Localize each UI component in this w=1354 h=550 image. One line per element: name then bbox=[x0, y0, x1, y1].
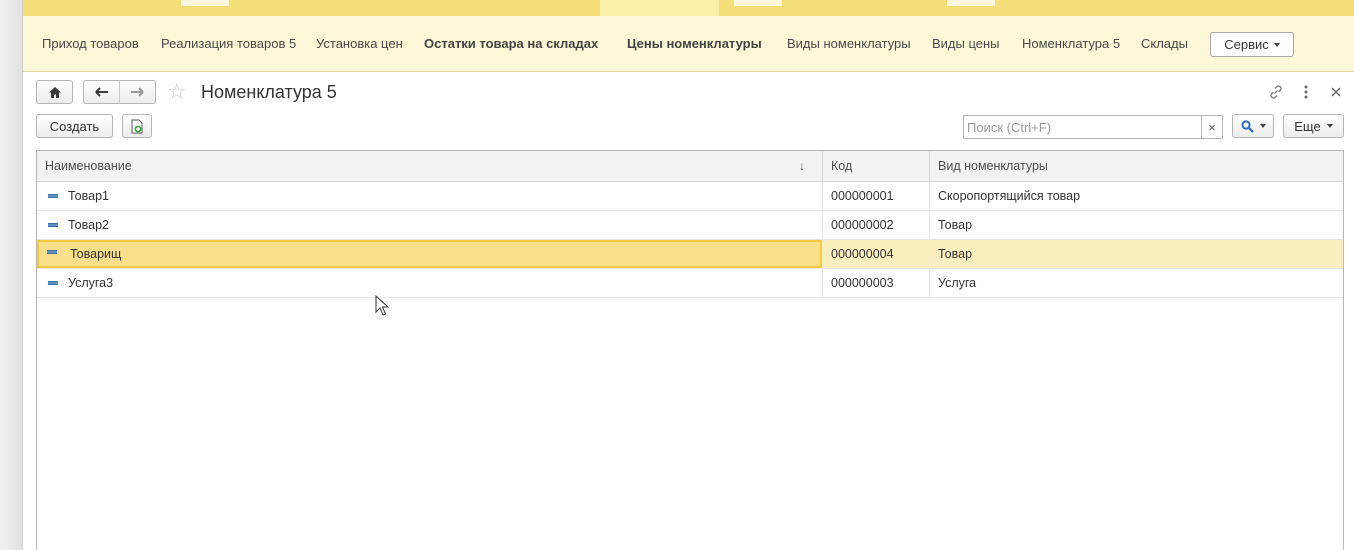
table-row[interactable]: Товар2 000000002 Товар bbox=[37, 211, 1343, 240]
cell-name: Товарищ bbox=[37, 240, 822, 268]
link-icon bbox=[1270, 85, 1282, 99]
cell-name: Товар1 bbox=[68, 189, 109, 203]
nav-link-price-setting[interactable]: Установка цен bbox=[316, 36, 403, 51]
more-actions-button[interactable] bbox=[1296, 83, 1316, 101]
section-panel bbox=[23, 0, 1354, 16]
application-window: Приход товаров Реализация товаров 5 Уста… bbox=[0, 0, 1354, 550]
column-header-code[interactable]: Код bbox=[823, 151, 852, 181]
table-row-selected[interactable]: Товарищ 000000004 Товар bbox=[37, 240, 1343, 269]
copy-button[interactable] bbox=[122, 114, 152, 138]
more-label: Еще bbox=[1294, 118, 1321, 134]
service-menu-button[interactable]: Сервис bbox=[1210, 32, 1294, 57]
create-label: Создать bbox=[49, 118, 100, 134]
cell-kind: Услуга bbox=[938, 276, 977, 290]
history-navigation bbox=[83, 80, 156, 104]
cell-kind: Скоропортящийся товар bbox=[938, 189, 1081, 203]
cell-code: 000000002 bbox=[831, 218, 894, 232]
nav-link-warehouses[interactable]: Склады bbox=[1141, 36, 1188, 51]
cell-code: 000000001 bbox=[831, 189, 894, 203]
link-button[interactable] bbox=[1266, 83, 1286, 101]
navigation-bar: Приход товаров Реализация товаров 5 Уста… bbox=[23, 16, 1354, 72]
more-menu-button[interactable]: Еще bbox=[1283, 114, 1344, 138]
section-tab-active[interactable] bbox=[600, 0, 719, 16]
nav-link-nomenclature[interactable]: Номенклатура 5 bbox=[1022, 36, 1120, 51]
chevron-down-icon bbox=[1273, 42, 1280, 47]
star-icon[interactable]: ☆ bbox=[167, 79, 187, 105]
close-icon bbox=[1331, 87, 1341, 97]
cell-name: Услуга3 bbox=[68, 276, 114, 290]
section-tab[interactable] bbox=[947, 0, 995, 6]
create-button[interactable]: Создать bbox=[36, 114, 113, 138]
cell-code: 000000004 bbox=[831, 247, 894, 261]
cell-kind: Товар bbox=[938, 247, 973, 261]
cell-code: 000000003 bbox=[831, 276, 894, 290]
nav-link-item-prices[interactable]: Цены номенклатуры bbox=[627, 36, 762, 51]
column-header-kind[interactable]: Вид номенклатуры bbox=[930, 151, 1048, 181]
column-header-name[interactable]: Наименование bbox=[37, 151, 132, 181]
search-button[interactable] bbox=[1232, 114, 1274, 138]
more-vertical-icon bbox=[1304, 85, 1308, 99]
nav-link-item-types[interactable]: Виды номенклатуры bbox=[787, 36, 911, 51]
copy-document-icon bbox=[131, 119, 143, 133]
section-tab[interactable] bbox=[734, 0, 782, 6]
forward-arrow-icon bbox=[131, 87, 145, 97]
close-button[interactable] bbox=[1326, 83, 1346, 101]
home-icon bbox=[48, 86, 61, 98]
forward-button[interactable] bbox=[120, 81, 155, 103]
nav-link-stock-balances[interactable]: Остатки товара на складах bbox=[424, 36, 598, 51]
table-row[interactable]: Услуга3 000000003 Услуга bbox=[37, 269, 1343, 298]
chevron-down-icon bbox=[1326, 124, 1333, 128]
back-arrow-icon bbox=[94, 87, 108, 97]
search-input[interactable]: Поиск (Ctrl+F) bbox=[963, 115, 1202, 139]
sort-descending-icon: ↓ bbox=[799, 159, 805, 173]
nav-link-price-types[interactable]: Виды цены bbox=[932, 36, 1000, 51]
search-clear-button[interactable]: × bbox=[1201, 115, 1223, 139]
catalog-item-icon bbox=[47, 250, 57, 254]
service-label: Сервис bbox=[1224, 37, 1269, 52]
left-gutter bbox=[0, 0, 23, 550]
items-table[interactable]: Наименование ↓ Код Вид номенклатуры Това… bbox=[36, 150, 1344, 550]
home-button[interactable] bbox=[36, 80, 73, 104]
nav-link-goods-receipt[interactable]: Приход товаров bbox=[42, 36, 139, 51]
nav-link-goods-sales[interactable]: Реализация товаров 5 bbox=[161, 36, 296, 51]
chevron-down-icon bbox=[1259, 124, 1266, 128]
cell-name: Товар2 bbox=[68, 218, 109, 232]
page-title: Номенклатура 5 bbox=[201, 82, 337, 102]
magnifier-icon bbox=[1240, 119, 1254, 133]
cell-kind: Товар bbox=[938, 218, 973, 232]
table-header: Наименование ↓ Код Вид номенклатуры bbox=[37, 151, 1343, 182]
table-row[interactable]: Товар1 000000001 Скоропортящийся товар bbox=[37, 182, 1343, 211]
mouse-cursor-icon bbox=[375, 295, 389, 316]
back-button[interactable] bbox=[84, 81, 119, 103]
section-tab[interactable] bbox=[181, 0, 229, 6]
